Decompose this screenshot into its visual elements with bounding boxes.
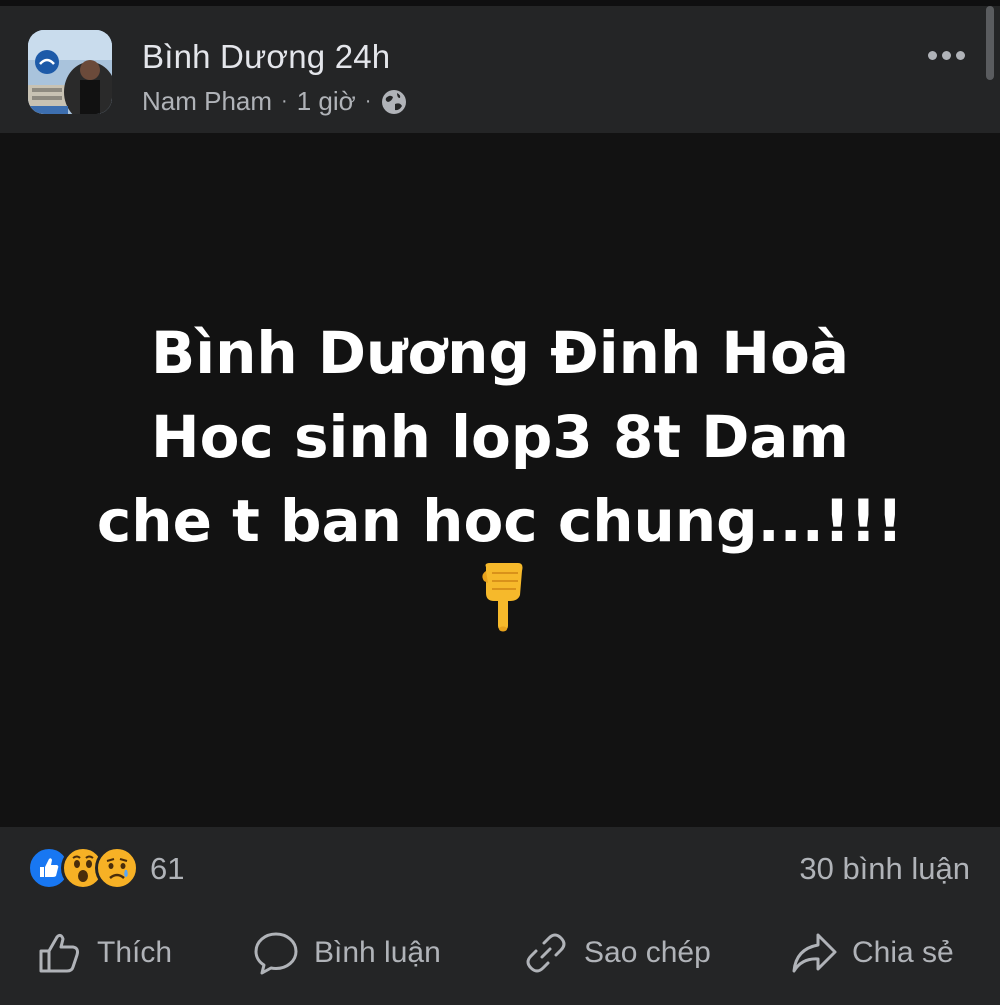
globe-icon bbox=[380, 88, 408, 116]
page-avatar[interactable] bbox=[28, 30, 112, 114]
post-text-line: che t ban hoc chung...!!! bbox=[96, 487, 904, 555]
comment-label: Bình luận bbox=[314, 936, 441, 969]
comment-button[interactable]: Bình luận bbox=[252, 928, 441, 978]
scrollbar[interactable] bbox=[986, 6, 994, 80]
meta-separator-2: · bbox=[364, 90, 372, 112]
share-label: Chia sẻ bbox=[852, 936, 954, 969]
post-text: Bình Dương Đinh Hoà Hoc sinh lop3 8t Dam… bbox=[0, 311, 1000, 563]
top-divider bbox=[0, 0, 1000, 6]
share-arrow-icon bbox=[792, 933, 837, 973]
reactions-bar: 61 30 bình luận bbox=[0, 827, 1000, 910]
reaction-icons[interactable] bbox=[27, 846, 147, 890]
more-options-icon[interactable] bbox=[928, 45, 968, 65]
share-button[interactable]: Chia sẻ bbox=[790, 928, 954, 978]
copy-label: Sao chép bbox=[584, 936, 711, 969]
sad-reaction-icon bbox=[95, 846, 139, 890]
post-meta: Nam Pham · 1 giờ · bbox=[142, 86, 408, 117]
comment-count[interactable]: 30 bình luận bbox=[799, 851, 970, 887]
like-button[interactable]: Thích bbox=[35, 928, 172, 978]
like-label: Thích bbox=[97, 936, 173, 969]
copy-link-button[interactable]: Sao chép bbox=[522, 928, 711, 978]
post-text-line: Hoc sinh lop3 8t Dam bbox=[151, 403, 849, 471]
page-name[interactable]: Bình Dương 24h bbox=[142, 38, 390, 76]
action-bar: Thích Bình luận Sao chép Chia sẻ bbox=[0, 910, 1000, 1005]
pointing-down-emoji-icon bbox=[478, 561, 528, 633]
post-content: Bình Dương Đinh Hoà Hoc sinh lop3 8t Dam… bbox=[0, 133, 1000, 827]
post-time[interactable]: 1 giờ bbox=[297, 86, 356, 117]
reaction-count[interactable]: 61 bbox=[150, 851, 184, 887]
post-card: Bình Dương 24h Nam Pham · 1 giờ · Bình D… bbox=[0, 0, 1000, 1005]
meta-separator: · bbox=[281, 90, 288, 112]
thumbs-up-icon bbox=[39, 933, 79, 973]
post-text-line: Bình Dương Đinh Hoà bbox=[151, 319, 849, 387]
author-name[interactable]: Nam Pham bbox=[142, 86, 272, 117]
post-header: Bình Dương 24h Nam Pham · 1 giờ · bbox=[0, 0, 1000, 133]
link-icon bbox=[526, 933, 566, 973]
comment-bubble-icon bbox=[254, 932, 298, 975]
